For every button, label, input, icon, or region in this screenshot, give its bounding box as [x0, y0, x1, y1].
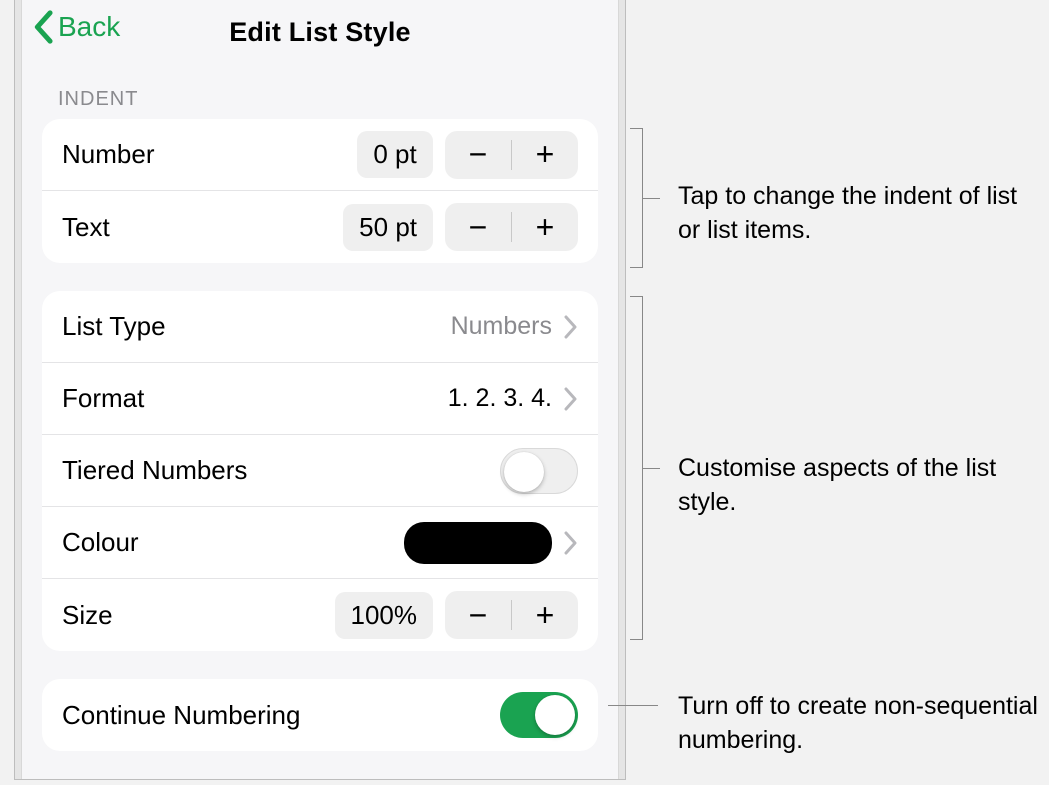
- continue-numbering-label: Continue Numbering: [62, 700, 300, 731]
- indent-text-value[interactable]: 50 pt: [343, 204, 433, 251]
- indent-number-value[interactable]: 0 pt: [357, 131, 433, 178]
- format-label: Format: [62, 383, 144, 414]
- continue-callout-line: [608, 705, 658, 706]
- toggle-knob: [504, 452, 544, 492]
- style-callout-bracket: [630, 296, 660, 640]
- indent-number-row: Number 0 pt − +: [42, 119, 598, 191]
- chevron-right-icon: [564, 315, 578, 339]
- size-stepper: − +: [445, 591, 578, 639]
- indent-number-label: Number: [62, 139, 154, 170]
- indent-text-label: Text: [62, 212, 110, 243]
- size-decrement[interactable]: −: [445, 591, 511, 639]
- continue-numbering-row: Continue Numbering: [42, 679, 598, 751]
- indent-text-controls: 50 pt − +: [343, 203, 578, 251]
- tiered-numbers-row: Tiered Numbers: [42, 435, 598, 507]
- colour-label: Colour: [62, 527, 139, 558]
- indent-number-controls: 0 pt − +: [357, 131, 578, 179]
- list-type-row[interactable]: List Type Numbers: [42, 291, 598, 363]
- size-increment[interactable]: +: [512, 591, 578, 639]
- indent-section-header: INDENT: [22, 64, 618, 119]
- tiered-numbers-toggle[interactable]: [500, 448, 578, 494]
- panel-header: Back Edit List Style: [22, 0, 618, 64]
- continue-numbering-toggle[interactable]: [500, 692, 578, 738]
- edit-list-style-panel: Back Edit List Style INDENT Number 0 pt …: [21, 0, 619, 779]
- indent-number-decrement[interactable]: −: [445, 131, 511, 179]
- indent-group: Number 0 pt − + Text 50 pt −: [42, 119, 598, 263]
- style-callout-text: Customise aspects of the list style.: [678, 452, 1028, 520]
- indent-text-row: Text 50 pt − +: [42, 191, 598, 263]
- indent-text-decrement[interactable]: −: [445, 203, 511, 251]
- size-value[interactable]: 100%: [335, 592, 434, 639]
- panel-outer: Back Edit List Style INDENT Number 0 pt …: [14, 0, 626, 780]
- size-row: Size 100% − +: [42, 579, 598, 651]
- list-type-label: List Type: [62, 311, 166, 342]
- indent-callout-bracket: [630, 128, 660, 268]
- indent-number-increment[interactable]: +: [512, 131, 578, 179]
- style-group: List Type Numbers Format 1. 2. 3. 4.: [42, 291, 598, 651]
- indent-callout-text: Tap to change the indent of list or list…: [678, 180, 1028, 248]
- indent-text-stepper: − +: [445, 203, 578, 251]
- colour-row[interactable]: Colour: [42, 507, 598, 579]
- toggle-knob: [535, 695, 575, 735]
- chevron-right-icon: [564, 387, 578, 411]
- size-label: Size: [62, 600, 113, 631]
- chevron-left-icon: [32, 10, 54, 44]
- continue-callout-text: Turn off to create non-sequential number…: [678, 690, 1048, 758]
- chevron-right-icon: [564, 531, 578, 555]
- continue-numbering-group: Continue Numbering: [42, 679, 598, 751]
- colour-swatch: [404, 522, 552, 564]
- format-row[interactable]: Format 1. 2. 3. 4.: [42, 363, 598, 435]
- indent-text-increment[interactable]: +: [512, 203, 578, 251]
- indent-number-stepper: − +: [445, 131, 578, 179]
- tiered-numbers-label: Tiered Numbers: [62, 455, 247, 486]
- format-value: 1. 2. 3. 4.: [448, 384, 552, 413]
- back-label: Back: [58, 11, 120, 43]
- list-type-value: Numbers: [451, 312, 552, 341]
- panel-title: Edit List Style: [229, 17, 411, 48]
- back-button[interactable]: Back: [32, 10, 120, 44]
